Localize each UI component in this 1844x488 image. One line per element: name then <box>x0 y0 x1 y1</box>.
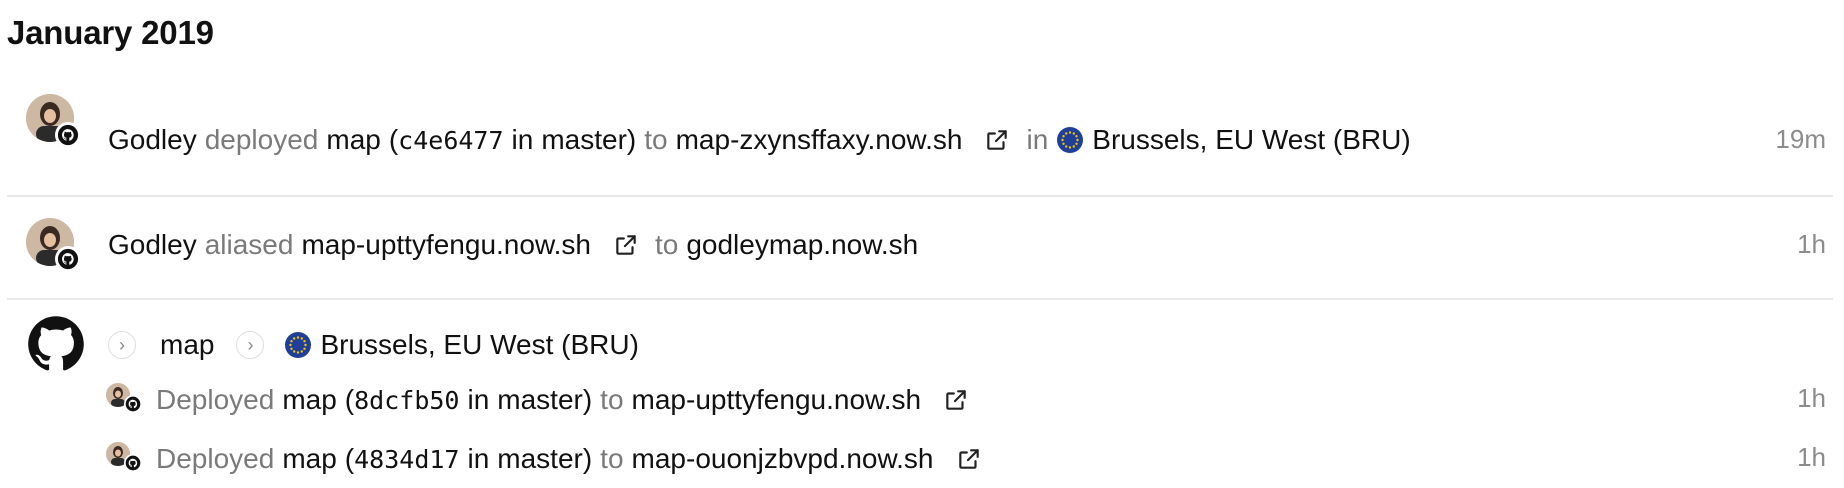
event-action: deployed <box>204 124 319 155</box>
item-action: Deployed <box>156 384 275 415</box>
in-word: in <box>467 443 490 474</box>
commit-hash[interactable]: 4834d17 <box>354 445 459 474</box>
to-word: to <box>600 443 624 474</box>
deployment-url[interactable]: map-zxynsffaxy.now.sh <box>676 124 963 156</box>
group-breadcrumb: › map › Brussels, EU West (BRU) <box>108 325 639 365</box>
branch-name: master <box>541 124 627 155</box>
user-name[interactable]: Godley <box>108 124 197 156</box>
github-icon <box>124 454 142 472</box>
event-action: aliased <box>204 229 294 260</box>
user-name[interactable]: Godley <box>108 229 197 261</box>
item-action: Deployed <box>156 443 275 474</box>
external-link-icon[interactable] <box>984 127 1010 153</box>
event-alias-line: Godley aliased map-upttyfengu.now.sh to … <box>108 223 918 267</box>
to-word: to <box>600 384 624 415</box>
group-item: Deployed map (4834d17 in master) to map-… <box>156 439 982 479</box>
location-in-word: in <box>1026 124 1049 155</box>
commit-paren-open: ( <box>344 384 355 415</box>
group-region: Brussels, EU West (BRU) <box>320 329 639 360</box>
commit-hash[interactable]: c4e6477 <box>398 126 503 155</box>
in-word: in <box>467 384 490 415</box>
deployment-url[interactable]: map-ouonjzbvpd.now.sh <box>632 443 934 475</box>
source-url[interactable]: map-upttyfengu.now.sh <box>301 229 591 261</box>
activity-feed: January 2019 Godley deployed map (c4e647… <box>0 0 1844 488</box>
to-word: to <box>644 124 668 155</box>
project-name[interactable]: map <box>326 124 380 156</box>
github-icon <box>55 246 81 272</box>
external-link-icon[interactable] <box>956 446 982 472</box>
commit-paren-open: ( <box>344 443 355 474</box>
group-item: Deployed map (8dcfb50 in master) to map-… <box>156 380 969 420</box>
row-divider <box>7 298 1833 300</box>
to-word: to <box>654 229 679 260</box>
project-name[interactable]: map <box>282 443 336 475</box>
branch-name: master <box>497 384 583 415</box>
commit-paren-close: ) <box>582 384 593 415</box>
branch-name: master <box>497 443 583 474</box>
eu-flag-icon <box>284 331 312 359</box>
project-name[interactable]: map <box>282 384 336 416</box>
alias-url[interactable]: godleymap.now.sh <box>686 229 918 261</box>
month-heading: January 2019 <box>7 14 214 51</box>
item-time: 1h <box>1797 442 1826 472</box>
group-project[interactable]: map <box>160 329 214 361</box>
commit-paren-close: ) <box>626 124 637 155</box>
item-time: 1h <box>1797 383 1826 413</box>
external-link-icon[interactable] <box>943 387 969 413</box>
row-divider <box>7 195 1833 197</box>
event-deploy-line: Godley deployed map (c4e6477 in master) … <box>108 118 1411 162</box>
github-icon <box>124 395 142 413</box>
github-icon <box>27 315 85 373</box>
region-name: Brussels, EU West (BRU) <box>1092 124 1411 155</box>
chevron-right-icon[interactable]: › <box>108 331 136 359</box>
deployment-url[interactable]: map-upttyfengu.now.sh <box>632 384 922 416</box>
github-icon <box>55 122 81 148</box>
commit-paren-close: ) <box>582 443 593 474</box>
in-word: in <box>511 124 534 155</box>
event-time: 19m <box>1775 124 1826 154</box>
eu-flag-icon <box>1056 126 1084 154</box>
commit-paren-open: ( <box>388 124 399 155</box>
external-link-icon[interactable] <box>613 232 639 258</box>
commit-hash[interactable]: 8dcfb50 <box>354 386 459 415</box>
chevron-right-icon[interactable]: › <box>236 331 265 359</box>
event-time: 1h <box>1797 229 1826 259</box>
